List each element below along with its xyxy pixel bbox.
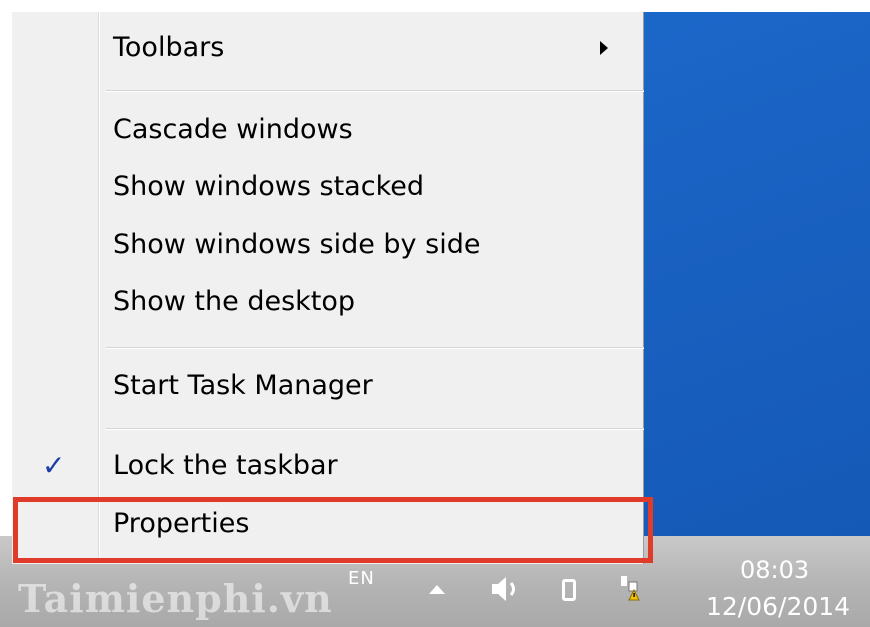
battery-icon[interactable] [562,579,576,601]
menu-item-start-task-manager[interactable]: Start Task Manager [12,358,644,414]
menu-separator [106,90,644,92]
menu-item-label: Toolbars [113,32,225,63]
menu-item-show-desktop[interactable]: Show the desktop [12,274,644,330]
menu-separator [106,428,644,430]
menu-item-label: Show the desktop [113,286,356,317]
menu-item-label: Start Task Manager [113,370,373,401]
menu-item-label: Show windows side by side [113,229,481,260]
clock-date[interactable]: 12/06/2014 [706,592,850,621]
menu-item-toolbars[interactable]: Toolbars [12,20,644,76]
menu-item-cascade-windows[interactable]: Cascade windows [12,102,644,158]
menu-item-show-windows-side-by-side[interactable]: Show windows side by side [12,217,644,273]
menu-separator [106,347,644,349]
network-warning-icon[interactable] [618,575,640,601]
menu-item-label: Lock the taskbar [113,450,338,481]
volume-icon[interactable] [490,574,524,604]
language-indicator[interactable]: EN [348,568,375,589]
checkmark-icon: ✓ [42,449,66,482]
taskbar-context-menu: Toolbars Cascade windows Show windows st… [12,12,644,564]
clock-time[interactable]: 08:03 [740,556,809,584]
properties-highlight-box [13,497,653,563]
menu-item-show-windows-stacked[interactable]: Show windows stacked [12,159,644,215]
menu-item-label: Cascade windows [113,114,353,145]
menu-item-lock-taskbar[interactable]: ✓ Lock the taskbar [12,438,644,494]
submenu-arrow-icon [600,41,608,55]
menu-item-label: Show windows stacked [113,171,424,202]
show-hidden-icons-icon[interactable] [428,584,446,596]
watermark-logo: Taimienphi.vn [18,576,333,621]
